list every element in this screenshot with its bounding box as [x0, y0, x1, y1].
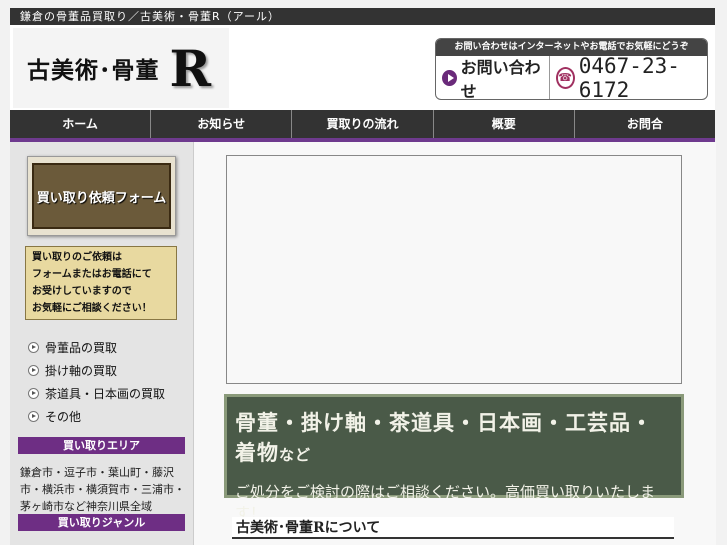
contact-button-label: お問い合わせ — [460, 57, 541, 100]
nav-news[interactable]: お知らせ — [151, 110, 293, 138]
genre-heading: 買い取りジャンル — [18, 514, 185, 531]
sidebar-links: 骨董品の買取 掛け軸の買取 茶道具・日本画の買取 その他 — [28, 336, 165, 428]
area-description: 鎌倉市・逗子市・葉山町・藤沢市・横浜市・横須賀市・三浦市・茅ヶ崎市など神奈川県全… — [20, 466, 185, 513]
sidebar-link-label: 掛け軸の買取 — [45, 364, 118, 378]
buy-request-form-button[interactable]: 買い取り依頼フォーム — [27, 156, 176, 236]
request-notice: 買い取りのご依頼は フォームまたはお電話にて お受けしていますので お気軽にご相… — [25, 246, 177, 320]
nav-overview[interactable]: 概要 — [434, 110, 575, 138]
site-logo[interactable]: 古美術･骨董 R — [13, 28, 229, 108]
site-header: 古美術･骨董 R お問い合わせはインターネットやお電話でお気軽にどうぞ お問い合… — [10, 25, 715, 110]
notice-line: フォームまたはお電話にて — [32, 269, 152, 280]
phone-number[interactable]: 0467-23-6172 — [579, 54, 707, 100]
buy-request-form-label: 買い取り依頼フォーム — [32, 163, 171, 229]
sidebar: 買い取り依頼フォーム 買い取りのご依頼は フォームまたはお電話にて お受けしてい… — [10, 142, 193, 545]
notice-line: お気軽にご相談ください！ — [32, 303, 152, 314]
top-tagline-bar: 鎌倉の骨董品買取り／古美術・骨董R（アール） — [10, 8, 715, 25]
contact-banner: お問い合わせはインターネットやお電話でお気軽にどうぞ お問い合わせ ☎ 0467… — [435, 38, 708, 100]
sidebar-link-scrolls[interactable]: 掛け軸の買取 — [28, 359, 165, 382]
arrow-icon — [28, 342, 39, 353]
sidebar-link-other[interactable]: その他 — [28, 405, 165, 428]
main-nav: ホーム お知らせ 買取りの流れ 概要 お問合 — [10, 110, 715, 142]
notice-line: 買い取りのご依頼は — [32, 252, 122, 263]
about-heading: 古美術･骨董Rについて — [232, 517, 674, 539]
nav-contact[interactable]: お問合 — [575, 110, 715, 138]
notice-line: お受けしていますので — [32, 286, 132, 297]
sidebar-link-label: 茶道具・日本画の買取 — [45, 387, 166, 401]
arrow-icon — [28, 365, 39, 376]
logo-letter: R — [169, 38, 212, 98]
nav-flow[interactable]: 買取りの流れ — [292, 110, 434, 138]
logo-text: 古美術･骨董 — [27, 57, 160, 84]
play-arrow-icon — [442, 69, 457, 86]
contact-button[interactable]: お問い合わせ — [436, 56, 550, 99]
phone-icon: ☎ — [555, 66, 575, 89]
sidebar-link-tea-utensils[interactable]: 茶道具・日本画の買取 — [28, 382, 165, 405]
arrow-icon — [28, 411, 39, 422]
chalkboard-banner: 骨董・掛け軸・茶道具・日本画・工芸品・着物など ご処分をご検討の際はご相談くださ… — [224, 394, 684, 522]
tagline-text: 鎌倉の骨董品買取り／古美術・骨董R（アール） — [20, 10, 280, 23]
sidebar-link-antiques[interactable]: 骨董品の買取 — [28, 336, 165, 359]
board-line1-suffix: など — [279, 446, 312, 464]
nav-home[interactable]: ホーム — [10, 110, 152, 138]
area-heading: 買い取りエリア — [18, 437, 185, 454]
sidebar-link-label: その他 — [45, 410, 82, 424]
sidebar-link-label: 骨董品の買取 — [45, 341, 118, 355]
arrow-icon — [28, 388, 39, 399]
slideshow-area — [226, 155, 682, 384]
